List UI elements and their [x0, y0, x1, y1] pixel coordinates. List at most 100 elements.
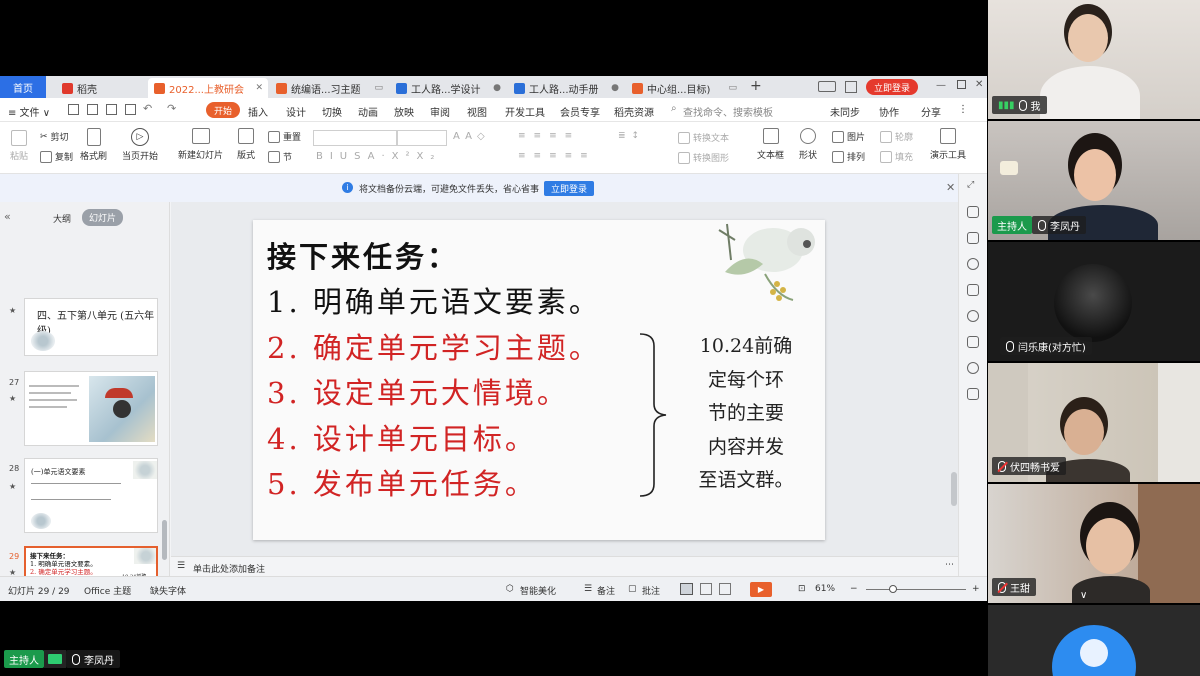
participant-tile-busy[interactable]: 闫乐康(对方忙)	[988, 242, 1200, 361]
zoom-level[interactable]: 61%	[815, 584, 835, 594]
section-button[interactable]: 节	[268, 150, 292, 163]
grid-icon[interactable]	[845, 81, 857, 93]
menu-insert[interactable]: 插入	[248, 104, 268, 119]
tab-presentation-3[interactable]: 中心组...目标) ▭	[626, 78, 742, 98]
menu-developer[interactable]: 开发工具	[505, 104, 545, 119]
list-buttons[interactable]: ≡≡≡≡	[518, 131, 580, 141]
zoom-slider-thumb[interactable]	[889, 585, 897, 593]
font-name-select[interactable]	[313, 130, 397, 146]
participant-tile-me[interactable]: ▮▮▮ 我	[988, 0, 1200, 119]
login-button[interactable]: 立即登录	[866, 79, 919, 95]
zoom-in-icon[interactable]: +	[972, 584, 980, 594]
zoom-slider[interactable]	[866, 589, 966, 590]
missing-font[interactable]: 缺失字体	[150, 584, 186, 597]
notes-bar[interactable]: ☰ 单击此处添加备注 ⋯	[171, 556, 958, 576]
share-icon[interactable]	[967, 336, 979, 348]
book-icon[interactable]	[967, 388, 979, 400]
close-window-icon[interactable]: ✕	[975, 79, 983, 90]
menu-animation[interactable]: 动画	[358, 104, 378, 119]
arrange-button[interactable]: 排列	[832, 150, 865, 163]
close-icon[interactable]: ✕	[255, 83, 263, 93]
tab-home[interactable]: 首页	[0, 76, 46, 98]
undo-icon[interactable]: ↶	[143, 102, 152, 115]
reset-button[interactable]: 重置	[268, 130, 301, 143]
resize-icon[interactable]: ⤢	[967, 180, 979, 192]
menu-view[interactable]: 视图	[467, 104, 487, 119]
present-tools-button[interactable]: 演示工具	[930, 128, 966, 161]
font-grow-buttons[interactable]: AA◇	[453, 131, 490, 142]
slide-thumbnail-27[interactable]	[24, 371, 158, 446]
tab-slides[interactable]: 幻灯片	[82, 209, 124, 226]
tab-document-1[interactable]: 工人路...学设计 ●	[390, 78, 506, 98]
notes-toggle[interactable]: 备注	[597, 584, 615, 597]
backup-icon[interactable]	[967, 284, 979, 296]
slide-scrollbar[interactable]	[951, 472, 957, 506]
paste-button[interactable]: 粘贴	[10, 130, 28, 162]
redo-icon[interactable]: ↷	[167, 102, 176, 115]
slide-thumbnail-28[interactable]: (一)单元语文要素	[24, 458, 158, 533]
picture-button[interactable]: 图片	[832, 130, 865, 143]
layout-icon[interactable]	[818, 81, 836, 92]
menu-start[interactable]: 开始	[206, 102, 241, 118]
sync-status[interactable]: 未同步	[830, 104, 860, 119]
outline-button[interactable]: 轮廓	[880, 130, 913, 143]
current-slide[interactable]: 接下来任务： 1. 明确单元语文要素。 2. 确定单元学习主题。 3. 设定单元…	[253, 220, 825, 540]
help-icon[interactable]	[967, 310, 979, 322]
print-icon[interactable]	[106, 104, 117, 115]
preview-icon[interactable]	[125, 104, 136, 115]
participant-tile-4[interactable]: 伏四畅书爱	[988, 363, 1200, 482]
reading-view-icon[interactable]	[719, 583, 731, 595]
fill-button[interactable]: 填充	[880, 150, 913, 163]
animation-icon[interactable]	[967, 258, 979, 270]
zoom-out-icon[interactable]: −	[850, 584, 858, 594]
participant-tile-5[interactable]: 王甜 ∨	[988, 484, 1200, 603]
smart-beautify[interactable]: 智能美化	[520, 584, 556, 597]
participant-tile-6[interactable]	[988, 605, 1200, 676]
more-icon[interactable]: ⋮	[958, 104, 968, 115]
export-icon[interactable]	[87, 104, 98, 115]
menu-design[interactable]: 设计	[286, 104, 306, 119]
slide-thumbnail-26[interactable]: 四、五下第八单元 (五六年级)	[24, 298, 158, 356]
sorter-view-icon[interactable]	[700, 583, 712, 595]
new-slide-button[interactable]: 新建幻灯片	[178, 128, 223, 161]
tab-presentation-2[interactable]: 统编语...习主题 ▭	[270, 78, 388, 98]
align-buttons[interactable]: ≡≡≡≡≡	[518, 151, 596, 161]
play-slideshow-button[interactable]: ▶	[750, 582, 772, 597]
maximize-icon[interactable]	[957, 80, 966, 89]
command-search[interactable]: 查找命令、搜索模板	[683, 104, 773, 119]
convert-text-button[interactable]: 转换文本	[678, 131, 729, 144]
collapse-panel-icon[interactable]: «	[4, 210, 11, 223]
new-tab-button[interactable]: +	[750, 78, 762, 94]
paragraph-buttons[interactable]: ≣↕	[618, 131, 645, 141]
select-tool-icon[interactable]	[967, 206, 979, 218]
menu-review[interactable]: 审阅	[430, 104, 450, 119]
minimize-icon[interactable]: —	[936, 80, 946, 91]
fit-window-icon[interactable]: ⊡	[798, 584, 806, 594]
menu-docer-resources[interactable]: 稻壳资源	[614, 104, 654, 119]
layout-button[interactable]: 版式	[237, 128, 255, 161]
play-from-current-button[interactable]: ▷ 当页开始	[122, 128, 158, 162]
close-notice-icon[interactable]: ✕	[946, 181, 955, 194]
copy-button[interactable]: 复制	[40, 150, 73, 163]
adjust-icon[interactable]	[967, 232, 979, 244]
location-icon[interactable]	[967, 362, 979, 374]
menu-slideshow[interactable]: 放映	[394, 104, 414, 119]
menu-transition[interactable]: 切换	[322, 104, 342, 119]
save-icon[interactable]	[68, 104, 79, 115]
more-icon[interactable]: ⋯	[945, 560, 954, 570]
cut-button[interactable]: ✂ 剪切	[40, 130, 69, 144]
participant-tile-host[interactable]: 主持人 李凤丹	[988, 121, 1200, 240]
comments-toggle[interactable]: 批注	[642, 584, 660, 597]
notice-login-button[interactable]: 立即登录	[544, 181, 595, 196]
tab-active-presentation[interactable]: 2022...上教研会 ✕	[148, 78, 268, 98]
collaborate-button[interactable]: 协作	[879, 104, 899, 119]
font-size-select[interactable]	[397, 130, 447, 146]
font-style-buttons[interactable]: BIUSA·X²X₂	[316, 151, 441, 162]
tab-outline[interactable]: 大纲	[53, 212, 71, 225]
tab-document-2[interactable]: 工人路...动手册 ●	[508, 78, 624, 98]
share-button[interactable]: 分享	[921, 104, 941, 119]
normal-view-icon[interactable]	[680, 583, 693, 595]
file-menu[interactable]: ≡ 文件 ∨	[8, 104, 50, 119]
panel-scrollbar[interactable]	[162, 520, 167, 560]
tab-docer[interactable]: 稻壳	[56, 78, 144, 98]
